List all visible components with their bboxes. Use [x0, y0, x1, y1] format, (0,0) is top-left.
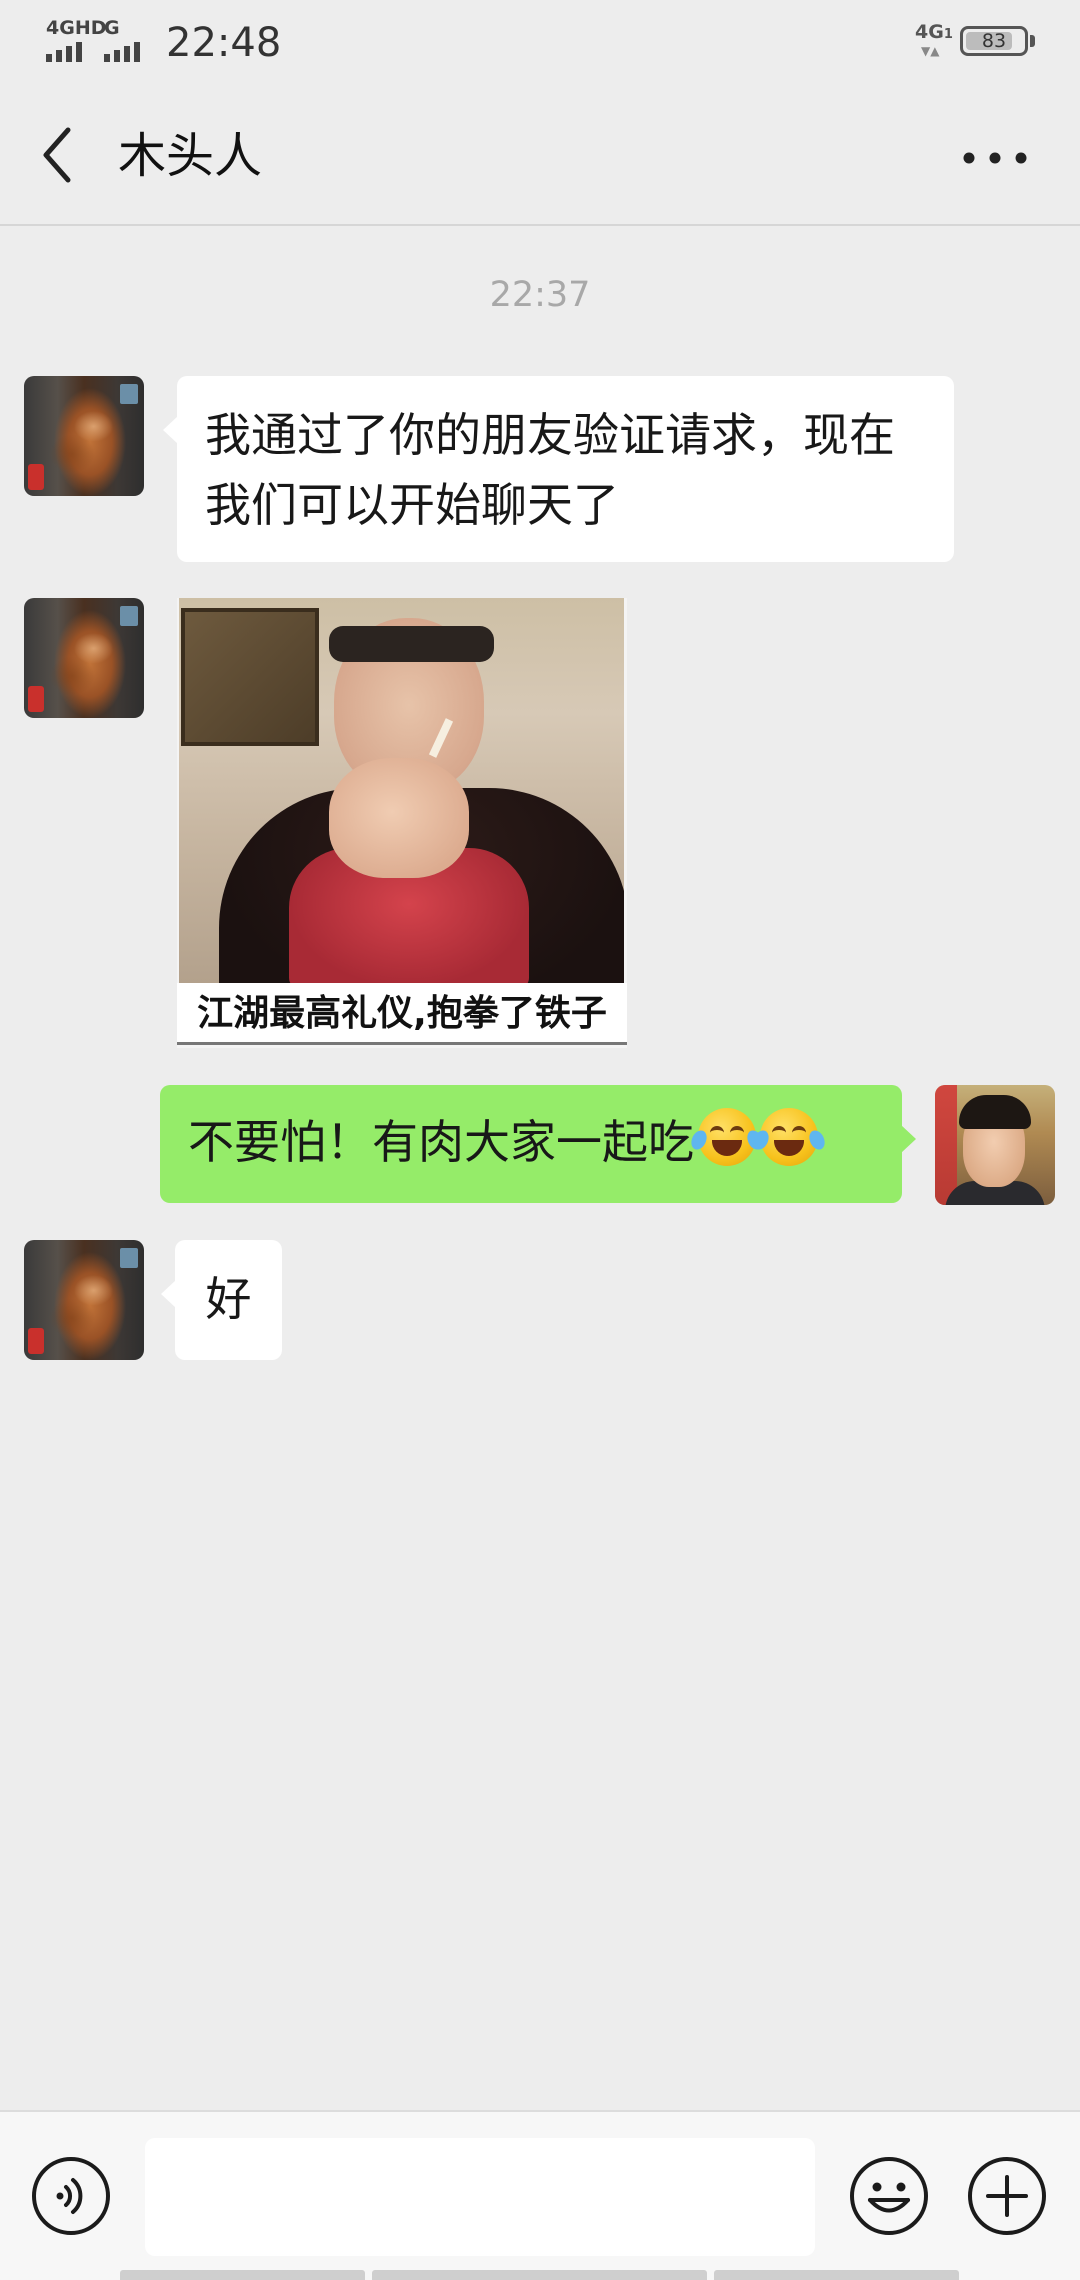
- friend-avatar[interactable]: [24, 376, 144, 496]
- sticker-caption: 江湖最高礼仪,抱拳了铁子: [177, 983, 627, 1045]
- sticker-image: [179, 598, 624, 983]
- message-text: 好: [205, 1272, 252, 1326]
- keyboard-handle: [120, 2270, 365, 2280]
- message-text: 我通过了你的朋友验证请求，现在我们可以开始聊天了: [205, 408, 895, 532]
- signal-strength-1: 4GHD: [46, 18, 107, 62]
- chat-input-bar: [0, 2110, 1080, 2280]
- battery-icon: 83: [960, 26, 1028, 56]
- outgoing-message-bubble[interactable]: 不要怕！有肉大家一起吃: [160, 1085, 916, 1203]
- message-timestamp: 22:37: [489, 275, 591, 315]
- battery-percent: 83: [981, 30, 1007, 52]
- network-type-label-1: 4GHD: [46, 17, 107, 39]
- battery-tip: [1030, 35, 1035, 47]
- laughing-crying-emoji-icon: [688, 1108, 766, 1166]
- more-functions-button[interactable]: [966, 2155, 1048, 2237]
- chat-title: 木头人: [118, 128, 263, 184]
- more-horizontal-icon: [963, 152, 1027, 164]
- signal-strength-2: G: [104, 18, 156, 62]
- status-bar: 4GHD G 22:48 4G1 ▼▲ 83: [0, 0, 1080, 86]
- smiley-icon: [850, 2157, 928, 2235]
- incoming-message-bubble[interactable]: 好: [161, 1240, 282, 1360]
- incoming-message-bubble[interactable]: 我通过了你的朋友验证请求，现在我们可以开始聊天了: [163, 376, 954, 562]
- voice-icon: [32, 2157, 110, 2235]
- message-input[interactable]: [145, 2138, 815, 2256]
- signal-bars-icon: [104, 42, 140, 62]
- sticker-message[interactable]: 江湖最高礼仪,抱拳了铁子: [177, 598, 627, 1048]
- laughing-crying-emoji-icon: [750, 1108, 828, 1166]
- signal-indicators: 4GHD G: [46, 18, 156, 62]
- back-button[interactable]: [30, 120, 90, 190]
- data-sim-label: 1: [943, 27, 953, 42]
- more-button[interactable]: [955, 128, 1035, 188]
- my-avatar[interactable]: [935, 1085, 1055, 1205]
- chat-header: 木头人: [0, 86, 1080, 226]
- network-type-label-2: G: [104, 17, 120, 39]
- friend-avatar[interactable]: [24, 1240, 144, 1360]
- voice-input-button[interactable]: [30, 2155, 112, 2237]
- keyboard-handle: [372, 2270, 707, 2280]
- friend-avatar[interactable]: [24, 598, 144, 718]
- plus-circle-icon: [968, 2157, 1046, 2235]
- chevron-left-icon: [43, 127, 71, 183]
- data-network-icon: 4G1 ▼▲: [915, 21, 953, 58]
- status-time: 22:48: [166, 20, 282, 66]
- signal-bars-icon: [46, 42, 82, 62]
- emoji-button[interactable]: [848, 2155, 930, 2237]
- keyboard-handle: [714, 2270, 959, 2280]
- data-network-label: 4G: [915, 21, 944, 43]
- message-text: 不要怕！有肉大家一起吃: [188, 1115, 694, 1169]
